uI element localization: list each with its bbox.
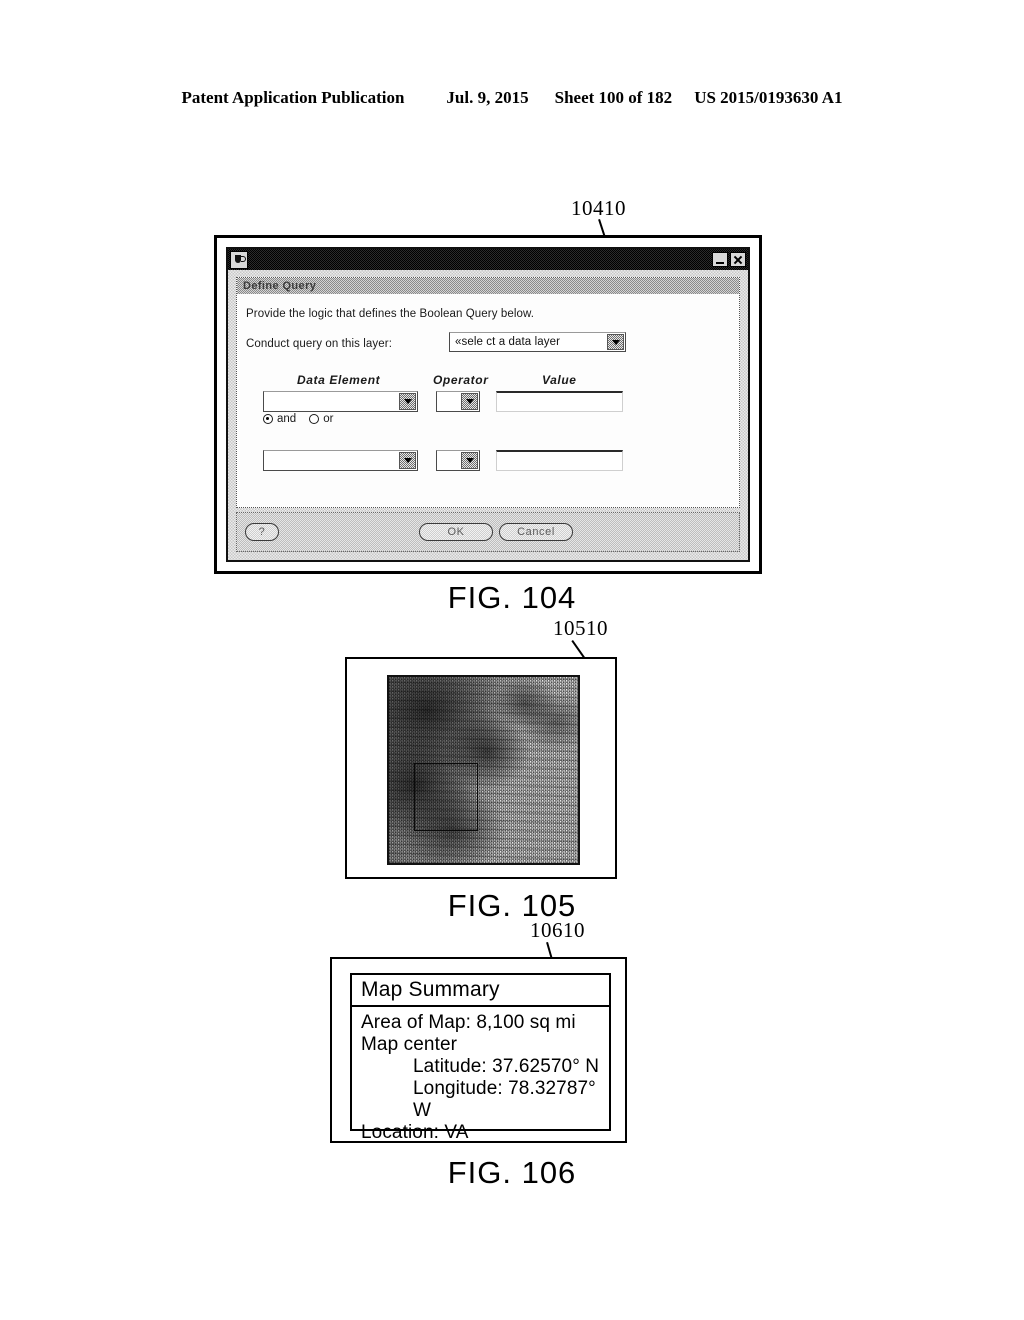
minimize-button[interactable] [712, 252, 728, 267]
radio-and-icon [263, 414, 273, 424]
reference-numeral-10410: 10410 [571, 196, 626, 220]
cancel-button[interactable]: Cancel [499, 523, 573, 541]
radio-or[interactable]: or [309, 413, 333, 425]
radio-or-icon [309, 414, 320, 424]
operator-select-row2[interactable] [436, 450, 480, 471]
window-controls [712, 252, 746, 267]
document-number: US 2015/0193630 A1 [694, 88, 843, 107]
data-element-select-row2[interactable] [263, 450, 418, 471]
column-header-operator: Operator [433, 373, 489, 387]
column-header-data-element: Data Element [297, 373, 381, 387]
figure-105-frame [345, 657, 617, 879]
data-element-select-row1[interactable] [263, 391, 418, 412]
coffee-cup-icon [230, 250, 248, 269]
publication-title: Patent Application Publication [181, 88, 405, 107]
reference-numeral-10610: 10610 [530, 918, 585, 942]
map-summary-area: Area of Map: 8,100 sq mi [361, 1012, 576, 1033]
intro-text: Provide the logic that defines the Boole… [246, 308, 535, 320]
operator-select-row1[interactable] [436, 391, 480, 412]
figure-104-frame: Define Query Provide the logic that defi… [214, 235, 762, 574]
figure-105-caption: FIG. 105 [447, 888, 577, 923]
window-titlebar[interactable] [228, 249, 748, 270]
define-query-window: Define Query Provide the logic that defi… [226, 247, 750, 562]
radio-or-label: or [323, 413, 334, 425]
map-summary-body: Area of Map: 8,100 sq mi Map center Lati… [352, 1007, 609, 1144]
figure-106-frame: Map Summary Area of Map: 8,100 sq mi Map… [330, 957, 627, 1143]
logic-operator-group: and or [263, 413, 333, 425]
map-summary-title: Map Summary [352, 975, 609, 1007]
define-query-panel: Define Query Provide the logic that defi… [236, 277, 740, 508]
ok-button[interactable]: OK [419, 523, 493, 541]
map-summary-longitude: Longitude: 78.32787° W [413, 1078, 596, 1122]
map-summary-latitude: Latitude: 37.62570° N [413, 1056, 600, 1078]
page-header: Patent Application Publication Jul. 9, 20… [0, 88, 1024, 108]
data-layer-select-value: «sele ct a data layer [455, 336, 561, 348]
map-summary-box: Map Summary Area of Map: 8,100 sq mi Map… [350, 973, 611, 1143]
map-image [387, 675, 580, 865]
panel-body: Provide the logic that defines the Boole… [237, 294, 739, 507]
radio-and[interactable]: and [263, 413, 296, 425]
column-header-value: Value [542, 373, 577, 387]
layer-label: Conduct query on this layer: [246, 338, 392, 350]
radio-and-label: and [277, 413, 297, 425]
figure-104-caption: FIG. 104 [447, 580, 577, 615]
chevron-down-icon[interactable] [461, 452, 478, 469]
reference-numeral-10510: 10510 [553, 616, 608, 640]
chevron-down-icon[interactable] [607, 334, 624, 350]
value-input-row1[interactable] [496, 391, 623, 412]
chevron-down-icon[interactable] [461, 393, 478, 410]
help-button[interactable]: ? [245, 523, 279, 541]
chevron-down-icon[interactable] [399, 452, 416, 469]
map-selection-rectangle [414, 763, 478, 831]
figure-106-caption: FIG. 106 [447, 1155, 577, 1190]
value-input-row2[interactable] [496, 450, 623, 471]
publication-date: Jul. 9, 2015 [446, 88, 529, 107]
close-icon[interactable] [730, 252, 746, 267]
map-summary-center: Map center [361, 1034, 458, 1056]
sheet-number: Sheet 100 of 182 [554, 88, 673, 107]
data-layer-select[interactable]: «sele ct a data layer [449, 332, 626, 352]
map-summary-location: Location: VA [361, 1122, 469, 1144]
dialog-button-bar: ? OK Cancel [236, 512, 740, 552]
panel-title: Define Query [237, 278, 739, 294]
chevron-down-icon[interactable] [399, 393, 416, 410]
